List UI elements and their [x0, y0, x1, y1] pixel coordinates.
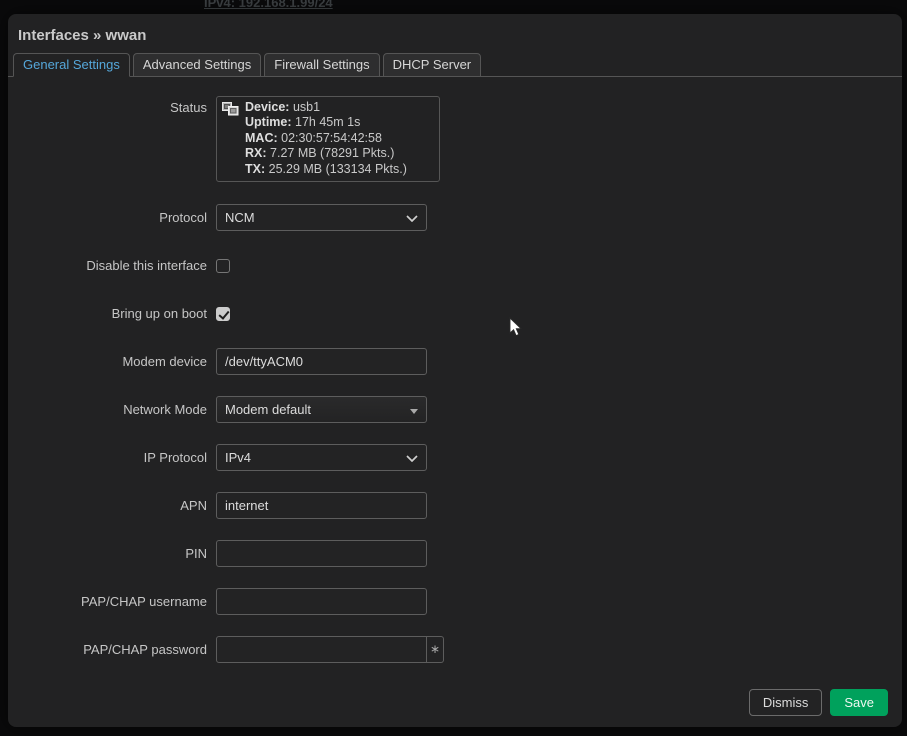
status-line-tx: TX: 25.29 MB (133134 Pkts.)	[245, 162, 434, 177]
pap-chap-username-row: PAP/CHAP username	[8, 588, 902, 615]
pap-chap-password-label: PAP/CHAP password	[8, 642, 207, 657]
ethernet-device-icon	[222, 102, 239, 120]
status-line-device: Device: usb1	[245, 100, 434, 115]
settings-tabbar: General Settings Advanced Settings Firew…	[8, 53, 902, 77]
background-interface-ip-text: IPv4: 192.168.1.99/24	[204, 0, 333, 10]
tab-dhcp-server[interactable]: DHCP Server	[383, 53, 482, 77]
status-line-mac: MAC: 02:30:57:54:42:58	[245, 131, 434, 146]
password-reveal-toggle[interactable]: ∗	[427, 636, 444, 663]
pap-chap-password-row: PAP/CHAP password ∗	[8, 636, 902, 663]
network-mode-combobox[interactable]: Modem default	[216, 396, 427, 423]
chevron-down-icon	[406, 210, 418, 225]
disable-interface-row: Disable this interface	[8, 252, 902, 279]
triangle-down-icon	[410, 402, 418, 417]
dismiss-button[interactable]: Dismiss	[749, 689, 823, 716]
status-line-uptime: Uptime: 17h 45m 1s	[245, 115, 434, 130]
pap-chap-password-input[interactable]	[216, 636, 427, 663]
tab-advanced-settings[interactable]: Advanced Settings	[133, 53, 261, 77]
tab-firewall-settings[interactable]: Firewall Settings	[264, 53, 379, 77]
pin-input[interactable]	[216, 540, 427, 567]
network-mode-selected-value: Modem default	[225, 402, 311, 417]
pap-chap-username-input[interactable]	[216, 588, 427, 615]
ip-protocol-row: IP Protocol IPv4	[8, 444, 902, 471]
modem-device-row: Modem device	[8, 348, 902, 375]
page-title: Interfaces » wwan	[18, 27, 146, 44]
apn-input[interactable]	[216, 492, 427, 519]
tab-general-settings[interactable]: General Settings	[13, 53, 130, 77]
status-label: Status	[8, 96, 207, 116]
protocol-label: Protocol	[8, 210, 207, 225]
status-line-rx: RX: 7.27 MB (78291 Pkts.)	[245, 146, 434, 161]
pin-row: PIN	[8, 540, 902, 567]
apn-row: APN	[8, 492, 902, 519]
dialog-footer: Dismiss Save	[749, 689, 888, 716]
bring-up-on-boot-checkbox[interactable]	[216, 307, 230, 321]
protocol-selected-value: NCM	[225, 210, 255, 225]
save-button[interactable]: Save	[830, 689, 888, 716]
ip-protocol-selected-value: IPv4	[225, 450, 251, 465]
pap-chap-username-label: PAP/CHAP username	[8, 594, 207, 609]
apn-label: APN	[8, 498, 207, 513]
pin-label: PIN	[8, 546, 207, 561]
status-row: Status Device: usb1 Uptime: 17h 45m 1s M…	[8, 96, 902, 182]
pap-chap-password-group: ∗	[216, 636, 444, 663]
protocol-row: Protocol NCM	[8, 204, 902, 231]
interface-status-box: Device: usb1 Uptime: 17h 45m 1s MAC: 02:…	[216, 96, 440, 182]
ip-protocol-select[interactable]: IPv4	[216, 444, 427, 471]
network-mode-label: Network Mode	[8, 402, 207, 417]
disable-interface-checkbox[interactable]	[216, 259, 230, 273]
interface-config-dialog: Interfaces » wwan General Settings Advan…	[8, 14, 902, 727]
bring-up-on-boot-label: Bring up on boot	[8, 306, 207, 321]
disable-interface-label: Disable this interface	[8, 258, 207, 273]
chevron-down-icon	[406, 450, 418, 465]
ip-protocol-label: IP Protocol	[8, 450, 207, 465]
modem-device-label: Modem device	[8, 354, 207, 369]
bring-up-on-boot-row: Bring up on boot	[8, 300, 902, 327]
protocol-select[interactable]: NCM	[216, 204, 427, 231]
network-mode-row: Network Mode Modem default	[8, 396, 902, 423]
modem-device-input[interactable]	[216, 348, 427, 375]
